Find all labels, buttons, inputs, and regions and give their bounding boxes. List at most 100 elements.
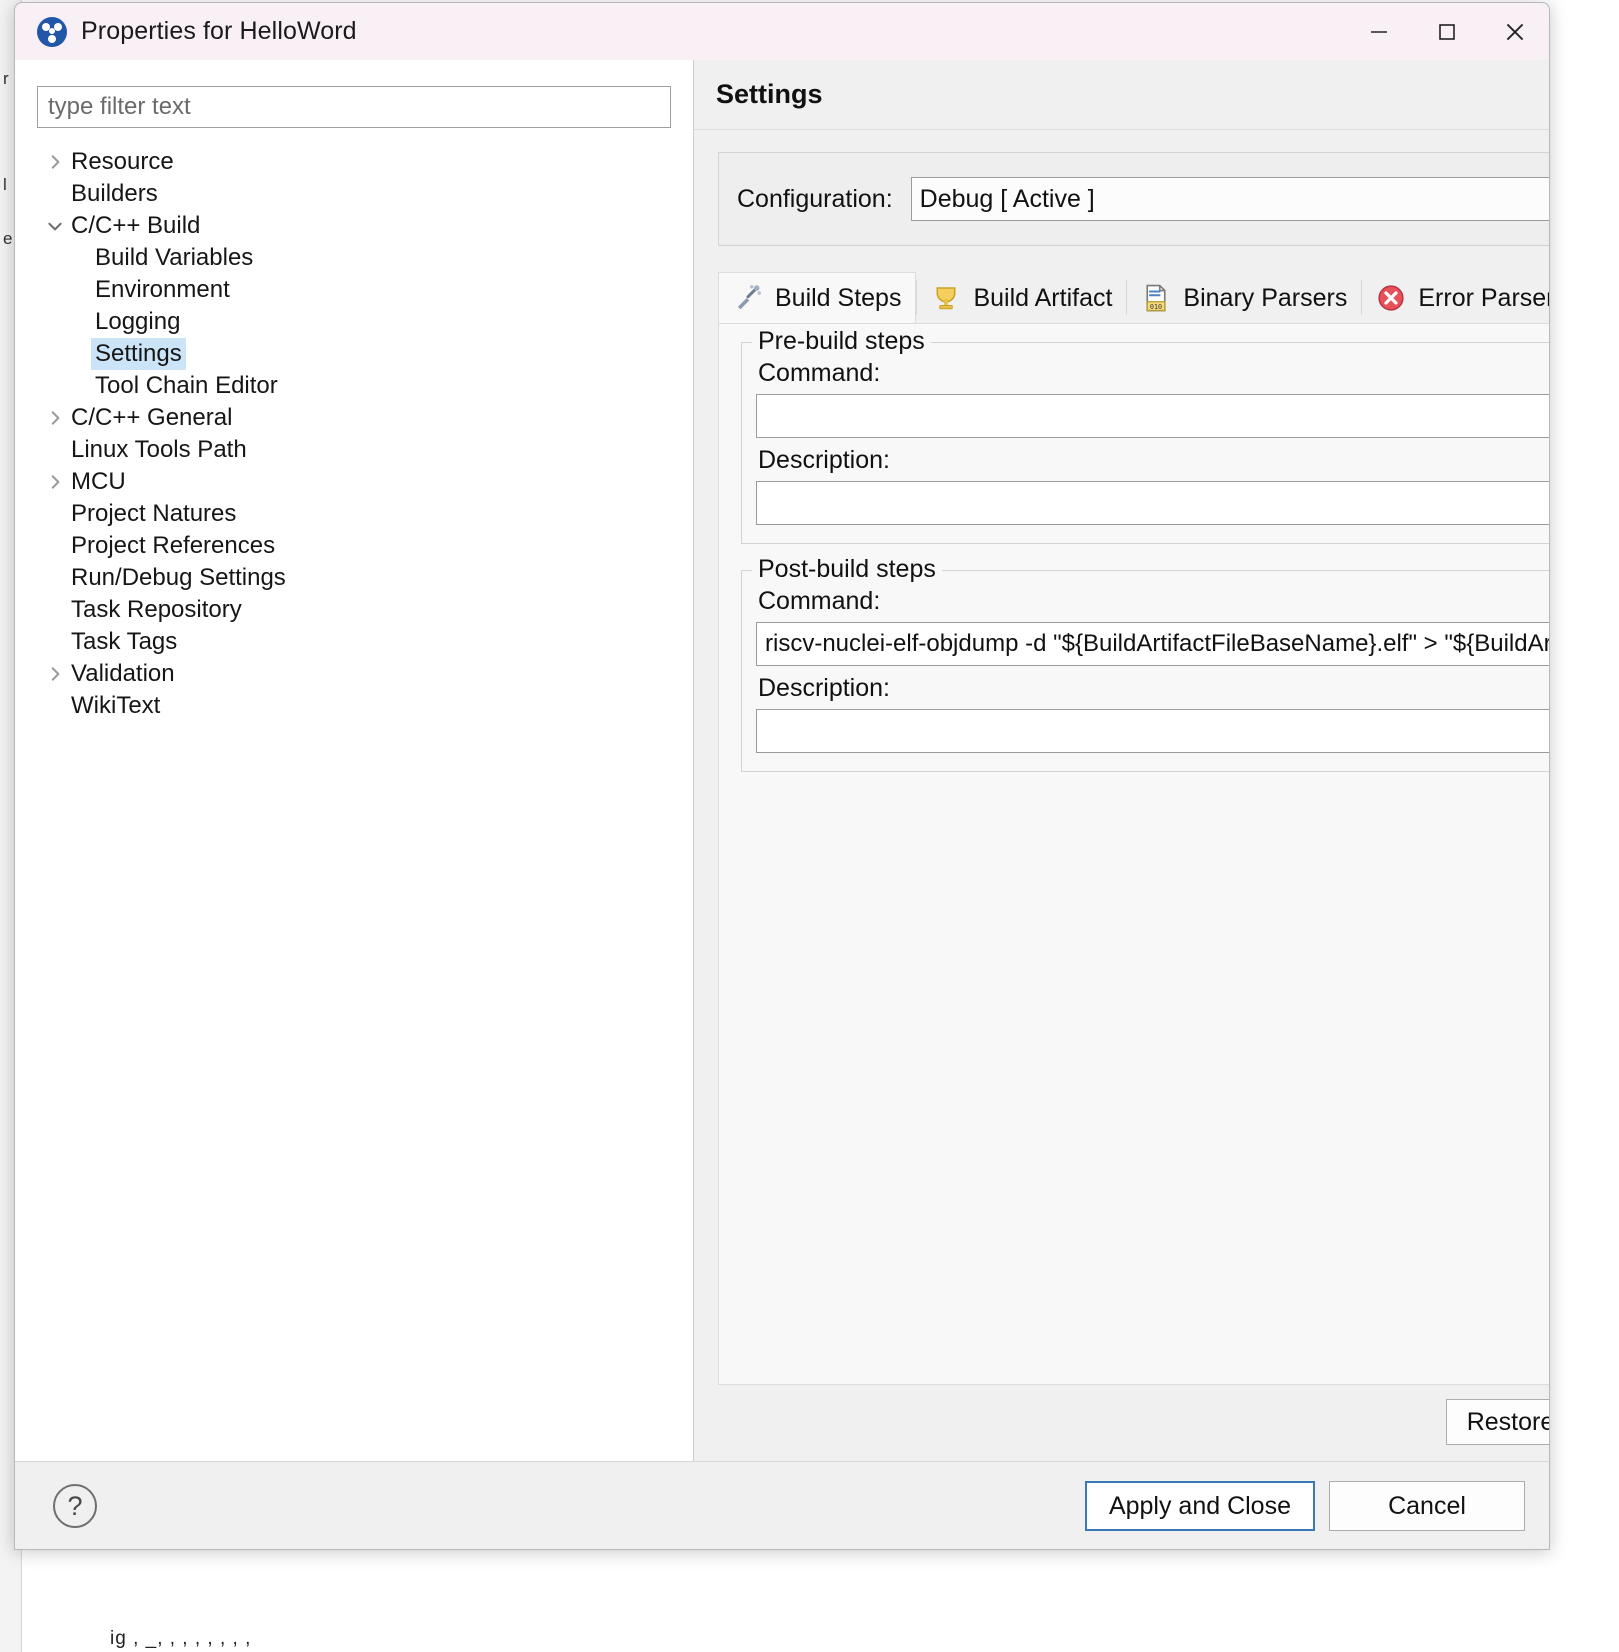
pre-build-command-input[interactable] <box>756 394 1549 438</box>
sidebar-item-label: Environment <box>95 276 230 303</box>
sidebar-item-build-variables[interactable]: Build Variables <box>15 242 693 274</box>
sidebar-item-label: Resource <box>71 148 174 175</box>
restore-defaults-button[interactable]: Restore Defaults <box>1445 1399 1549 1445</box>
post-build-description-input[interactable] <box>756 709 1549 753</box>
properties-dialog: Properties for HelloWord type filter tex… <box>14 2 1550 1550</box>
tab-binary-parsers[interactable]: 010 Binary Parsers <box>1127 273 1361 323</box>
help-icon[interactable]: ? <box>53 1484 97 1528</box>
sidebar-item-label: Project Natures <box>71 500 237 527</box>
sidebar-item-settings[interactable]: Settings <box>15 338 693 370</box>
build-steps-panel: Pre-build steps Command: Description: Po… <box>718 323 1550 1385</box>
tab-build-steps[interactable]: Build Steps <box>718 272 917 323</box>
dialog-titlebar: Properties for HelloWord <box>15 3 1549 60</box>
settings-tree: Resource Builders C/C++ Build Build Variabl… <box>15 146 693 722</box>
sidebar-item-linux-tools-path[interactable]: Linux Tools Path <box>15 434 693 466</box>
minimize-icon <box>1371 30 1387 33</box>
post-build-command-input[interactable]: riscv-nuclei-elf-objdump -d "${BuildArti… <box>756 622 1550 666</box>
sidebar-item-validation[interactable]: Validation <box>15 658 693 690</box>
close-icon <box>1506 23 1524 40</box>
chevron-right-icon[interactable] <box>43 153 67 171</box>
sidebar-item-wikitext[interactable]: WikiText <box>15 690 693 722</box>
configuration-label: Configuration: <box>737 184 893 213</box>
post-build-description-label: Description: <box>758 674 890 702</box>
chevron-right-icon[interactable] <box>43 665 67 683</box>
sidebar-item-project-references[interactable]: Project References <box>15 530 693 562</box>
sidebar-item-label: Task Tags <box>71 628 178 655</box>
filter-row <box>15 60 693 128</box>
tab-error-parsers[interactable]: Error Parsers <box>1362 273 1549 323</box>
build-artifact-icon <box>931 283 961 313</box>
error-parsers-icon <box>1376 283 1406 313</box>
maximize-button[interactable] <box>1413 3 1481 60</box>
sidebar-item-builders[interactable]: Builders <box>15 178 693 210</box>
sidebar-item-label: Build Variables <box>95 244 254 271</box>
post-build-steps-group: Post-build steps Command: riscv-nuclei-e… <box>741 555 1550 772</box>
sidebar-item-tool-chain-editor[interactable]: Tool Chain Editor <box>15 370 693 402</box>
sidebar-item-label: Validation <box>71 660 175 687</box>
chevron-right-icon[interactable] <box>43 473 67 491</box>
post-build-command-label: Command: <box>758 587 881 615</box>
panel-action-buttons: Restore Defaults Apply <box>718 1385 1549 1461</box>
tab-label: Binary Parsers <box>1183 283 1348 312</box>
dialog-title: Properties for HelloWord <box>81 17 357 45</box>
bg-char: l <box>3 175 7 194</box>
sidebar-item-label: C/C++ Build <box>71 212 201 239</box>
pre-build-steps-group: Pre-build steps Command: Description: <box>741 327 1549 544</box>
background-status-text: ig , _, , , , , , , , <box>110 1628 252 1649</box>
sidebar-item-run-debug-settings[interactable]: Run/Debug Settings <box>15 562 693 594</box>
tab-label: Error Parsers <box>1418 283 1549 312</box>
tab-label: Build Steps <box>775 283 902 312</box>
sidebar-item-label: Run/Debug Settings <box>71 564 286 591</box>
sidebar-item-c-c-general[interactable]: C/C++ General <box>15 402 693 434</box>
close-button[interactable] <box>1481 3 1549 60</box>
group-legend: Post-build steps <box>752 555 942 584</box>
sidebar-item-task-repository[interactable]: Task Repository <box>15 594 693 626</box>
sidebar-item-label: Task Repository <box>71 596 242 623</box>
settings-content-pane: Settings Configuration: Debug [Active]… <box>694 60 1550 1461</box>
configuration-select[interactable]: Debug [ Active ] <box>910 177 1549 221</box>
sidebar-item-task-tags[interactable]: Task Tags <box>15 626 693 658</box>
sidebar-item-label: Tool Chain Editor <box>95 372 278 399</box>
cancel-button[interactable]: Cancel <box>1329 1481 1525 1531</box>
minimize-button[interactable] <box>1345 3 1413 60</box>
window-controls <box>1345 3 1549 60</box>
sidebar-item-label: Builders <box>71 180 158 207</box>
sidebar-item-mcu[interactable]: MCU <box>15 466 693 498</box>
dialog-body: Resource Builders C/C++ Build Build Variabl… <box>15 60 1549 1461</box>
sidebar-item-c-c-build[interactable]: C/C++ Build <box>15 210 693 242</box>
tab-label: Build Artifact <box>973 283 1113 312</box>
sidebar-item-label: MCU <box>71 468 126 495</box>
sidebar-item-label: C/C++ General <box>71 404 233 431</box>
build-steps-icon <box>733 283 763 313</box>
sidebar-item-resource[interactable]: Resource <box>15 146 693 178</box>
sidebar-item-label: Logging <box>95 308 181 335</box>
sidebar-item-logging[interactable]: Logging <box>15 306 693 338</box>
sidebar-item-label: WikiText <box>71 692 161 719</box>
settings-content: Configuration: Debug [ Active ] Manage C… <box>694 130 1550 1461</box>
binary-parsers-icon: 010 <box>1141 283 1171 313</box>
bg-char: e <box>3 229 13 248</box>
pre-build-description-label: Description: <box>758 446 890 474</box>
sidebar-item-label: Linux Tools Path <box>71 436 247 463</box>
pre-build-description-input[interactable] <box>756 481 1549 525</box>
apply-and-close-button[interactable]: Apply and Close <box>1084 1481 1315 1531</box>
tab-build-artifact[interactable]: Build Artifact <box>917 273 1126 323</box>
chevron-down-icon[interactable] <box>43 217 67 235</box>
sidebar-item-label: Project References <box>71 532 276 559</box>
filter-input[interactable] <box>37 86 671 128</box>
page-title: Settings <box>716 79 823 109</box>
settings-tabs: Build Steps Build Artifact 010 Binary Parse… <box>718 272 1549 323</box>
settings-navigation-pane: Resource Builders C/C++ Build Build Variabl… <box>15 60 694 1461</box>
eclipse-properties-icon <box>37 16 67 47</box>
group-legend: Pre-build steps <box>752 327 931 356</box>
maximize-icon <box>1439 23 1455 40</box>
sidebar-item-label: Settings <box>91 338 186 370</box>
page-header: Settings <box>694 60 1549 130</box>
sidebar-item-environment[interactable]: Environment <box>15 274 693 306</box>
configuration-value: Debug [ Active ] <box>919 184 1095 213</box>
chevron-right-icon[interactable] <box>43 409 67 427</box>
post-build-command-value: riscv-nuclei-elf-objdump -d "${BuildArti… <box>765 630 1550 657</box>
configuration-row: Configuration: Debug [ Active ] Manage C… <box>718 152 1549 246</box>
pre-build-command-label: Command: <box>758 359 881 387</box>
sidebar-item-project-natures[interactable]: Project Natures <box>15 498 693 530</box>
